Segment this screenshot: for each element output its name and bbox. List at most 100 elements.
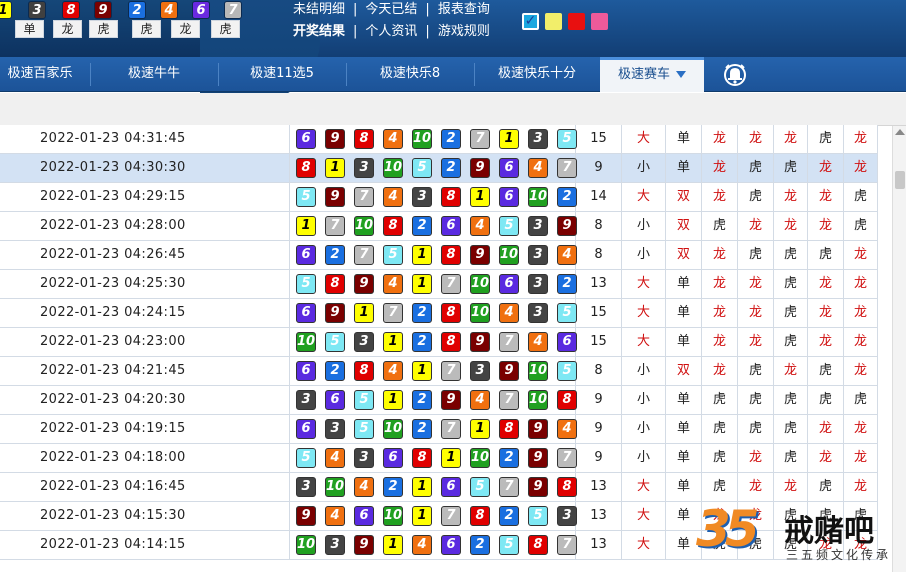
result-ball: 6 bbox=[296, 303, 316, 323]
result-ball: 3 bbox=[412, 187, 432, 207]
dragon-tiger: 龙 bbox=[738, 444, 774, 472]
result-ball: 7 bbox=[441, 361, 461, 381]
header-result-label: 龙 bbox=[53, 20, 82, 38]
nav-tab[interactable]: 极速快乐8 bbox=[346, 57, 474, 92]
result-ball: 4 bbox=[383, 274, 403, 294]
result-ball: 2 bbox=[325, 245, 345, 265]
result-ball: 8 bbox=[441, 187, 461, 207]
header-link[interactable]: 个人资讯 bbox=[365, 22, 417, 42]
result-ball: 10 bbox=[325, 477, 345, 497]
result-ball: 7 bbox=[499, 390, 519, 410]
table-row[interactable]: 2022-01-23 04:21:45 6 2 8 4 1 7 3 9 10 5 8 小双龙虎龙虎龙 bbox=[0, 357, 878, 386]
sum-value: 13 bbox=[576, 270, 622, 298]
nav-tab[interactable]: 极速百家乐 bbox=[0, 57, 90, 92]
theme-swatch[interactable] bbox=[545, 13, 562, 30]
table-row[interactable]: 2022-01-23 04:16:45 3 10 4 2 1 6 5 7 9 8 13 大单虎龙龙虎龙 bbox=[0, 473, 878, 502]
header-link[interactable]: 今天已结 bbox=[365, 0, 417, 20]
header-link[interactable]: 开奖结果 bbox=[293, 22, 345, 42]
result-ball: 8 bbox=[441, 332, 461, 352]
dragon-tiger: 龙 bbox=[702, 357, 738, 385]
result-ball: 5 bbox=[557, 303, 577, 323]
scroll-thumb[interactable] bbox=[895, 171, 905, 189]
result-ball: 9 bbox=[557, 216, 577, 236]
table-row[interactable]: 2022-01-23 04:31:45 6 9 8 4 10 2 7 1 3 5 15 大单龙龙龙虎龙 bbox=[0, 125, 878, 154]
top-header: 13892467 单龙虎虎龙虎 未结明细|今天已结|报表查询 开奖结果|个人资讯… bbox=[0, 0, 906, 100]
dragon-tiger: 虎 bbox=[844, 212, 878, 240]
dragon-tiger: 龙 bbox=[844, 125, 878, 153]
result-ball: 2 bbox=[441, 158, 461, 178]
result-ball: 3 bbox=[528, 216, 548, 236]
header-link[interactable]: 游戏规则 bbox=[438, 22, 490, 42]
table-row[interactable]: 2022-01-23 04:28:00 1 7 10 8 2 6 4 5 3 9 8 小双虎龙龙龙虎 bbox=[0, 212, 878, 241]
result-ball: 3 bbox=[325, 419, 345, 439]
result-ball: 2 bbox=[412, 390, 432, 410]
result-ball: 5 bbox=[383, 245, 403, 265]
result-ball: 9 bbox=[528, 448, 548, 468]
notification-bell-icon[interactable] bbox=[722, 62, 748, 86]
result-ball: 9 bbox=[354, 274, 374, 294]
dragon-tiger: 龙 bbox=[702, 328, 738, 356]
nav-tab[interactable]: 极速快乐十分 bbox=[474, 57, 600, 92]
odd-even: 单 bbox=[666, 299, 702, 327]
big-small: 大 bbox=[622, 531, 666, 559]
nav-tab[interactable]: 极速11选5 bbox=[218, 57, 346, 92]
odd-even: 单 bbox=[666, 328, 702, 356]
result-ball: 4 bbox=[383, 187, 403, 207]
result-ball: 5 bbox=[557, 129, 577, 149]
table-row[interactable]: 2022-01-23 04:25:30 5 8 9 4 1 7 10 6 3 2 13 大单龙龙虎龙龙 bbox=[0, 270, 878, 299]
header-ball: 8 bbox=[62, 1, 80, 19]
scroll-up-arrow-icon[interactable] bbox=[895, 129, 905, 135]
result-ball: 8 bbox=[354, 129, 374, 149]
dragon-tiger: 虎 bbox=[774, 241, 808, 269]
theme-swatch[interactable] bbox=[568, 13, 585, 30]
result-ball: 2 bbox=[412, 216, 432, 236]
header-link[interactable]: 未结明细 bbox=[293, 0, 345, 20]
table-row[interactable]: 2022-01-23 04:26:45 6 2 7 5 1 8 9 10 3 4 8 小双龙虎虎虎龙 bbox=[0, 241, 878, 270]
dragon-tiger: 虎 bbox=[774, 299, 808, 327]
result-ball: 6 bbox=[296, 419, 316, 439]
table-row[interactable]: 2022-01-23 04:20:30 3 6 5 1 2 9 4 7 10 8 9 小单虎虎虎虎虎 bbox=[0, 386, 878, 415]
table-row[interactable]: 2022-01-23 04:24:15 6 9 1 7 2 8 10 4 3 5 15 大单龙龙虎龙龙 bbox=[0, 299, 878, 328]
odd-even: 单 bbox=[666, 473, 702, 501]
watermark-subtitle: 三五频文化传承 bbox=[786, 548, 892, 562]
theme-swatch[interactable] bbox=[591, 13, 608, 30]
nav-tab[interactable]: 极速赛车 bbox=[600, 57, 704, 92]
dragon-tiger: 龙 bbox=[844, 241, 878, 269]
result-ball: 7 bbox=[470, 129, 490, 149]
nav-tab[interactable]: 极速牛牛 bbox=[90, 57, 218, 92]
result-ball: 4 bbox=[325, 506, 345, 526]
table-row[interactable]: 2022-01-23 04:18:00 5 4 3 6 8 1 10 2 9 7 9 小单虎龙虎龙龙 bbox=[0, 444, 878, 473]
result-ball: 10 bbox=[412, 129, 432, 149]
table-row[interactable]: 2022-01-23 04:23:00 10 5 3 1 2 8 9 7 4 6 15 大单龙龙虎龙龙 bbox=[0, 328, 878, 357]
result-ball: 10 bbox=[296, 332, 316, 352]
big-small: 大 bbox=[622, 328, 666, 356]
result-balls: 9 4 6 10 1 7 8 2 5 3 bbox=[290, 502, 577, 530]
big-small: 小 bbox=[622, 357, 666, 385]
dragon-tiger: 虎 bbox=[808, 241, 844, 269]
header-link[interactable]: 报表查询 bbox=[438, 0, 490, 20]
dragon-tiger: 虎 bbox=[774, 154, 808, 182]
result-ball: 9 bbox=[441, 390, 461, 410]
result-ball: 4 bbox=[412, 535, 432, 555]
draw-time: 2022-01-23 04:25:30 bbox=[0, 270, 290, 298]
table-row[interactable]: 2022-01-23 04:30:30 8 1 3 10 5 2 9 6 4 7 9 小单龙虎虎龙龙 bbox=[0, 154, 878, 183]
result-ball: 6 bbox=[383, 448, 403, 468]
big-small: 大 bbox=[622, 125, 666, 153]
result-ball: 3 bbox=[528, 274, 548, 294]
result-balls: 6 9 1 7 2 8 10 4 3 5 bbox=[290, 299, 577, 327]
table-row[interactable]: 2022-01-23 04:19:15 6 3 5 10 2 7 1 8 9 4 9 小单虎虎虎龙龙 bbox=[0, 415, 878, 444]
table-row[interactable]: 2022-01-23 04:29:15 5 9 7 4 3 8 1 6 10 2 14 大双龙虎龙龙虎 bbox=[0, 183, 878, 212]
nav-tab-label: 极速快乐十分 bbox=[497, 66, 576, 81]
result-ball: 9 bbox=[499, 361, 519, 381]
header-result-label: 虎 bbox=[132, 20, 161, 38]
result-ball: 1 bbox=[412, 477, 432, 497]
dragon-tiger: 虎 bbox=[774, 386, 808, 414]
result-ball: 10 bbox=[470, 303, 490, 323]
draw-time: 2022-01-23 04:15:30 bbox=[0, 502, 290, 530]
theme-swatch-selected[interactable]: ✓ bbox=[522, 13, 539, 30]
result-ball: 4 bbox=[557, 245, 577, 265]
result-ball: 4 bbox=[354, 477, 374, 497]
dragon-tiger: 龙 bbox=[738, 125, 774, 153]
result-ball: 5 bbox=[354, 390, 374, 410]
dragon-tiger: 龙 bbox=[808, 183, 844, 211]
